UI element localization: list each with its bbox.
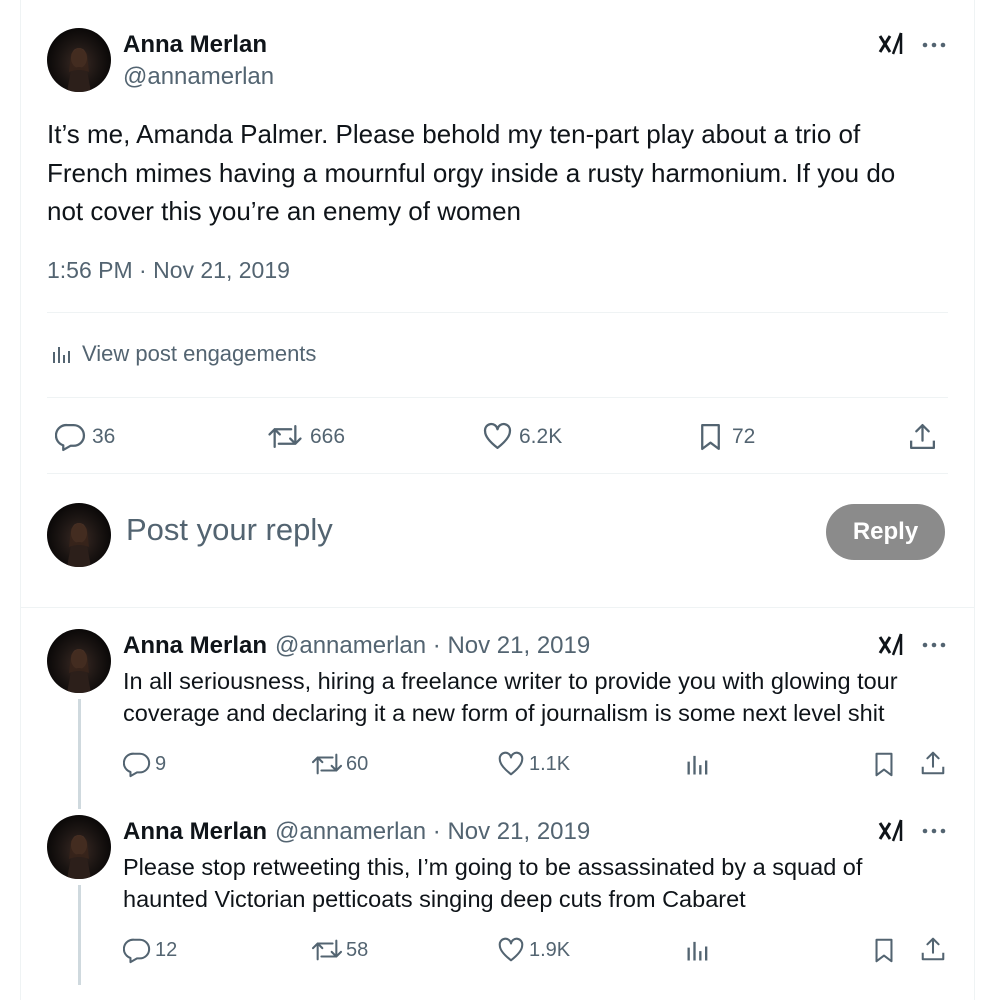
bookmark-count: 72 <box>732 424 756 448</box>
heart-icon <box>497 936 525 964</box>
analytics-icon <box>684 936 712 964</box>
repost-count: 58 <box>346 938 369 961</box>
like-button[interactable]: 6.2K <box>482 421 562 452</box>
divider <box>47 312 948 313</box>
avatar[interactable] <box>47 28 111 92</box>
bookmark-icon <box>695 421 726 452</box>
divider <box>47 397 948 398</box>
tweet-timestamp[interactable]: 1:56 PM · Nov 21, 2019 <box>47 257 290 284</box>
reply-count: 36 <box>92 424 116 448</box>
analytics-icon <box>50 342 74 366</box>
repost-button[interactable]: 60 <box>310 750 368 778</box>
repost-count: 666 <box>310 424 346 448</box>
reply-handle-date[interactable]: @annamerlan · Nov 21, 2019 <box>275 632 590 660</box>
more-icon[interactable] <box>921 632 947 658</box>
thread-line <box>78 885 81 985</box>
like-button[interactable]: 1.1K <box>497 750 570 778</box>
repost-icon <box>266 421 304 452</box>
engagements-label: View post engagements <box>82 341 317 366</box>
reply-icon <box>55 421 86 452</box>
reply-count: 9 <box>155 752 167 775</box>
author-name[interactable]: Anna Merlan <box>123 31 267 59</box>
bookmark-button[interactable] <box>870 750 898 778</box>
view-engagements-link[interactable]: View post engagements <box>50 341 316 367</box>
repost-count: 60 <box>346 752 369 775</box>
like-button[interactable]: 1.9K <box>497 936 570 964</box>
bookmark-button[interactable]: 72 <box>695 421 755 452</box>
like-count: 1.9K <box>529 938 571 961</box>
bookmark-button[interactable] <box>870 936 898 964</box>
reply-button[interactable]: 12 <box>123 936 177 964</box>
reply-handle-date[interactable]: @annamerlan · Nov 21, 2019 <box>275 818 590 846</box>
grok-icon[interactable] <box>877 631 905 659</box>
composer-avatar[interactable] <box>47 503 111 567</box>
share-button[interactable] <box>919 935 947 963</box>
reply-count: 12 <box>155 938 178 961</box>
repost-button[interactable]: 666 <box>266 421 345 452</box>
avatar[interactable] <box>47 629 111 693</box>
reply-author-name[interactable]: Anna Merlan <box>123 632 267 660</box>
tweet-text: It’s me, Amanda Palmer. Please behold my… <box>47 119 896 226</box>
repost-icon <box>310 936 344 964</box>
reply-author-name[interactable]: Anna Merlan <box>123 818 267 846</box>
repost-icon <box>310 750 344 778</box>
share-icon <box>907 421 938 452</box>
share-icon <box>919 749 947 777</box>
divider <box>47 473 948 474</box>
share-button[interactable] <box>907 421 938 452</box>
thread-line <box>78 699 81 809</box>
reply-submit-button[interactable]: Reply <box>826 504 945 560</box>
avatar[interactable] <box>47 815 111 879</box>
reply-icon <box>123 750 151 778</box>
reply-input[interactable]: Post your reply <box>126 512 333 548</box>
bookmark-icon <box>870 750 898 778</box>
author-handle[interactable]: @annamerlan <box>123 63 274 91</box>
more-icon[interactable] <box>921 818 947 844</box>
reply-icon <box>123 936 151 964</box>
view-analytics-button[interactable] <box>684 750 712 778</box>
reply-text: In all seriousness, hiring a freelance w… <box>123 668 898 726</box>
share-icon <box>919 935 947 963</box>
reply-button[interactable]: 36 <box>55 421 115 452</box>
divider <box>20 607 975 608</box>
more-icon[interactable] <box>921 32 947 58</box>
like-count: 6.2K <box>519 424 563 448</box>
heart-icon <box>497 750 525 778</box>
grok-icon[interactable] <box>877 30 905 58</box>
bookmark-icon <box>870 936 898 964</box>
heart-icon <box>482 421 513 452</box>
grok-icon[interactable] <box>877 817 905 845</box>
reply-text: Please stop retweeting this, I’m going t… <box>123 854 863 912</box>
reply-button[interactable]: 9 <box>123 750 166 778</box>
analytics-icon <box>684 750 712 778</box>
like-count: 1.1K <box>529 752 571 775</box>
view-analytics-button[interactable] <box>684 936 712 964</box>
repost-button[interactable]: 58 <box>310 936 368 964</box>
share-button[interactable] <box>919 749 947 777</box>
